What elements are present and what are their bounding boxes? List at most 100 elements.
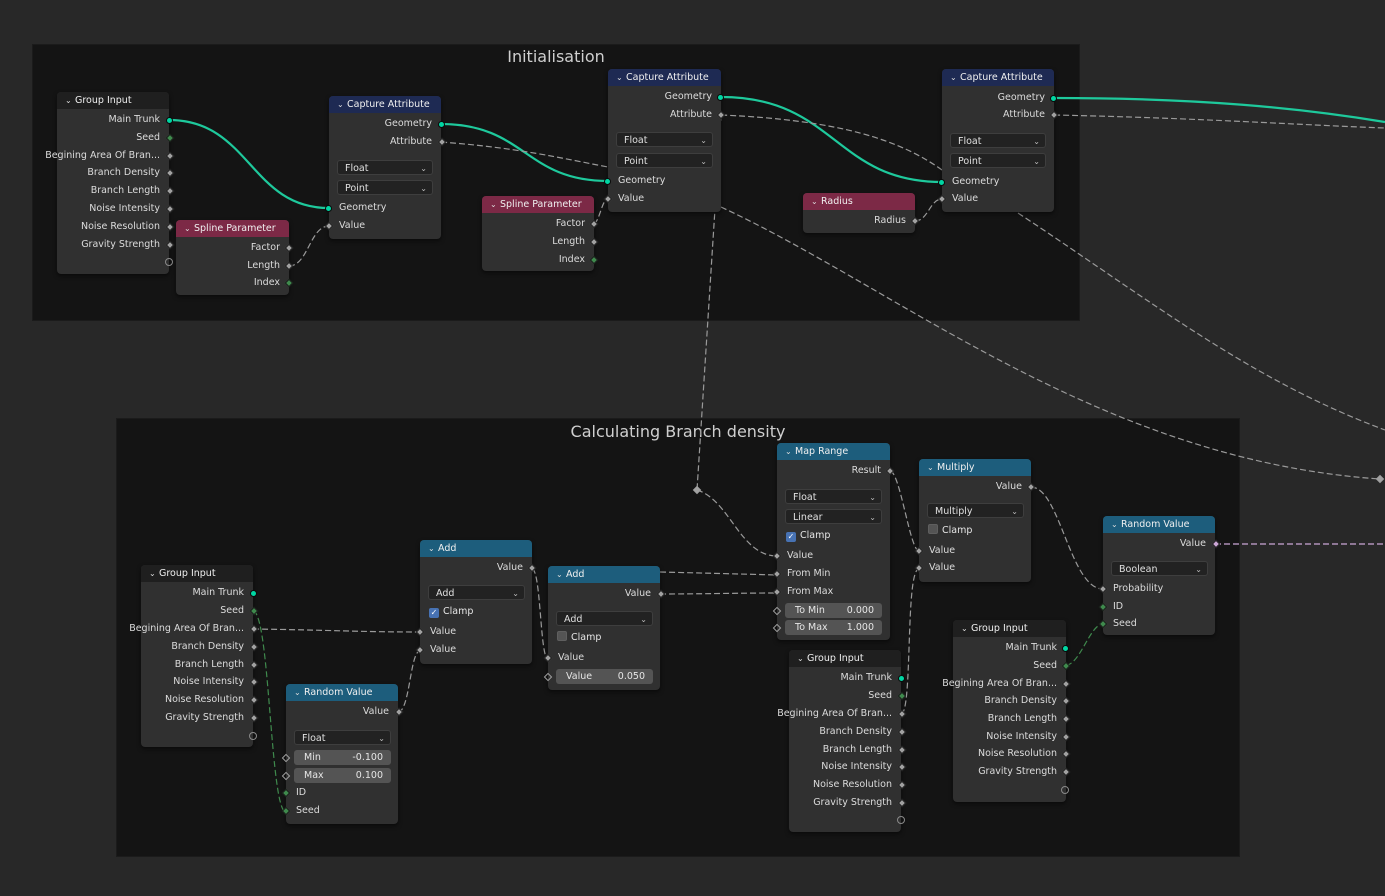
chevron-down-icon[interactable]: ⌄ xyxy=(797,650,807,667)
output-branch-length: Branch Length xyxy=(174,659,244,670)
output-value: Value xyxy=(995,481,1022,492)
empty-socket[interactable] xyxy=(1061,786,1069,794)
geometry-socket[interactable] xyxy=(325,205,332,212)
spline-parameter-node[interactable]: ⌄ Spline Parameter Factor Length Index xyxy=(482,196,599,271)
data-type-dropdown[interactable]: Float ⌄ xyxy=(337,160,433,175)
operation-dropdown[interactable]: Add ⌄ xyxy=(428,585,525,600)
node-header[interactable]: ⌄ Add xyxy=(420,540,532,557)
node-header[interactable]: ⌄ Group Input xyxy=(789,650,901,667)
radius-node[interactable]: ⌄ Radius Radius xyxy=(803,193,920,233)
min-field[interactable]: Min -0.100 xyxy=(294,750,391,765)
chevron-down-icon[interactable]: ⌄ xyxy=(811,193,821,210)
empty-socket[interactable] xyxy=(249,732,257,740)
value-field[interactable]: Value 0.050 xyxy=(556,669,653,684)
group-input-node[interactable]: ⌄ Group Input Main Trunk Seed Begining Ar… xyxy=(942,620,1071,802)
chevron-down-icon[interactable]: ⌄ xyxy=(337,96,347,113)
chevron-down-icon[interactable]: ⌄ xyxy=(950,69,960,86)
group-input-node[interactable]: ⌄ Group Input Main Trunk Seed Begining Ar… xyxy=(777,650,907,832)
node-header[interactable]: ⌄ Random Value xyxy=(1103,516,1215,533)
geometry-socket[interactable] xyxy=(250,590,257,597)
chevron-down-icon[interactable]: ⌄ xyxy=(294,684,304,701)
geometry-socket[interactable] xyxy=(1062,645,1069,652)
chevron-down-icon[interactable]: ⌄ xyxy=(556,566,566,583)
math-add-node[interactable]: ⌄ Add Value Add ⌄ Clamp Value Value 0.050 xyxy=(543,566,666,690)
output-index: Index xyxy=(253,277,280,288)
spline-parameter-node[interactable]: ⌄ Spline Parameter Factor Length Index xyxy=(176,220,294,295)
chevron-down-icon[interactable]: ⌄ xyxy=(1111,516,1121,533)
node-header[interactable]: ⌄ Spline Parameter xyxy=(176,220,289,237)
capture-attribute-node[interactable]: ⌄ Capture Attribute Geometry Attribute Fl… xyxy=(603,69,726,212)
node-title: Add xyxy=(438,543,457,554)
data-type-dropdown[interactable]: Float ⌄ xyxy=(785,489,882,504)
clamp-checkbox[interactable]: Clamp xyxy=(928,523,972,539)
data-type-dropdown[interactable]: Float ⌄ xyxy=(616,132,713,147)
node-header[interactable]: ⌄ Radius xyxy=(803,193,915,210)
chevron-down-icon[interactable]: ⌄ xyxy=(616,69,626,86)
chevron-down-icon[interactable]: ⌄ xyxy=(65,92,75,109)
domain-dropdown[interactable]: Point ⌄ xyxy=(337,180,433,195)
link-float xyxy=(696,489,778,557)
node-header[interactable]: ⌄ Group Input xyxy=(953,620,1066,637)
to-max-field[interactable]: To Max 1.000 xyxy=(785,620,882,635)
domain-dropdown[interactable]: Point ⌄ xyxy=(950,153,1046,168)
node-header[interactable]: ⌄ Add xyxy=(548,566,660,583)
data-type-dropdown[interactable]: Float ⌄ xyxy=(950,133,1046,148)
clamp-checkbox[interactable]: ✓ Clamp xyxy=(429,604,473,620)
clamp-checkbox[interactable]: Clamp xyxy=(557,630,601,646)
geometry-socket[interactable] xyxy=(717,94,724,101)
checkbox-icon xyxy=(928,524,938,534)
dropdown-value: Float xyxy=(793,492,817,503)
random-value-node[interactable]: ⌄ Random Value Value Float ⌄ Min -0.100 Max… xyxy=(281,684,404,824)
empty-socket[interactable] xyxy=(897,816,905,824)
interpolation-dropdown[interactable]: Linear ⌄ xyxy=(785,509,882,524)
operation-dropdown[interactable]: Multiply ⌄ xyxy=(927,503,1024,518)
node-header[interactable]: ⌄ Group Input xyxy=(141,565,253,582)
node-header[interactable]: ⌄ Map Range xyxy=(777,443,890,460)
geometry-socket[interactable] xyxy=(604,178,611,185)
math-multiply-node[interactable]: ⌄ Multiply Value Multiply ⌄ Clamp Value Va… xyxy=(914,459,1036,582)
checkbox-label: Clamp xyxy=(942,525,973,536)
operation-dropdown[interactable]: Add ⌄ xyxy=(556,611,653,626)
node-header[interactable]: ⌄ Capture Attribute xyxy=(608,69,721,86)
chevron-down-icon[interactable]: ⌄ xyxy=(490,196,500,213)
data-type-dropdown[interactable]: Boolean ⌄ xyxy=(1111,561,1208,576)
geometry-socket[interactable] xyxy=(438,121,445,128)
domain-dropdown[interactable]: Point ⌄ xyxy=(616,153,713,168)
node-title: Group Input xyxy=(75,95,132,106)
capture-attribute-node[interactable]: ⌄ Capture Attribute Geometry Attribute Fl… xyxy=(324,96,447,239)
node-header[interactable]: ⌄ Capture Attribute xyxy=(329,96,441,113)
math-add-node[interactable]: ⌄ Add Value Add ⌄ ✓ Clamp Value Value xyxy=(415,540,537,664)
output-value: Value xyxy=(624,588,651,599)
output-branch-length: Branch Length xyxy=(90,185,160,196)
group-input-node[interactable]: ⌄ Group Input Main Trunk Seed Begining Ar… xyxy=(45,92,175,274)
group-input-node[interactable]: ⌄ Group Input Main Trunk Seed Begining Ar… xyxy=(129,565,259,747)
node-header[interactable]: ⌄ Random Value xyxy=(286,684,398,701)
output-value: Value xyxy=(362,706,389,717)
chevron-down-icon[interactable]: ⌄ xyxy=(149,565,159,582)
data-type-dropdown[interactable]: Float ⌄ xyxy=(294,730,391,745)
geometry-socket[interactable] xyxy=(938,179,945,186)
chevron-down-icon[interactable]: ⌄ xyxy=(184,220,194,237)
geometry-socket[interactable] xyxy=(166,117,173,124)
to-min-field[interactable]: To Min 0.000 xyxy=(785,603,882,618)
chevron-down-icon[interactable]: ⌄ xyxy=(785,443,795,460)
empty-socket[interactable] xyxy=(165,258,173,266)
clamp-checkbox[interactable]: ✓ Clamp xyxy=(786,528,830,544)
node-header[interactable]: ⌄ Spline Parameter xyxy=(482,196,594,213)
max-field[interactable]: Max 0.100 xyxy=(294,768,391,783)
chevron-down-icon[interactable]: ⌄ xyxy=(428,540,438,557)
geometry-socket[interactable] xyxy=(898,675,905,682)
output-begining-area: Begining Area Of Bran... xyxy=(45,150,160,161)
field-value: 0.100 xyxy=(355,770,383,781)
random-value-node[interactable]: ⌄ Random Value Value Boolean ⌄ Probability… xyxy=(1098,516,1221,635)
map-range-node[interactable]: ⌄ Map Range Result Float ⌄ Linear ⌄ ✓ Clamp … xyxy=(772,443,895,640)
node-header[interactable]: ⌄ Capture Attribute xyxy=(942,69,1054,86)
capture-attribute-node[interactable]: ⌄ Capture Attribute Geometry Attribute Fl… xyxy=(937,69,1059,212)
node-header[interactable]: ⌄ Multiply xyxy=(919,459,1031,476)
chevron-down-icon[interactable]: ⌄ xyxy=(927,459,937,476)
node-title: Capture Attribute xyxy=(347,99,430,110)
geometry-socket[interactable] xyxy=(1050,95,1057,102)
link-float xyxy=(440,141,609,168)
chevron-down-icon[interactable]: ⌄ xyxy=(961,620,971,637)
node-header[interactable]: ⌄ Group Input xyxy=(57,92,169,109)
